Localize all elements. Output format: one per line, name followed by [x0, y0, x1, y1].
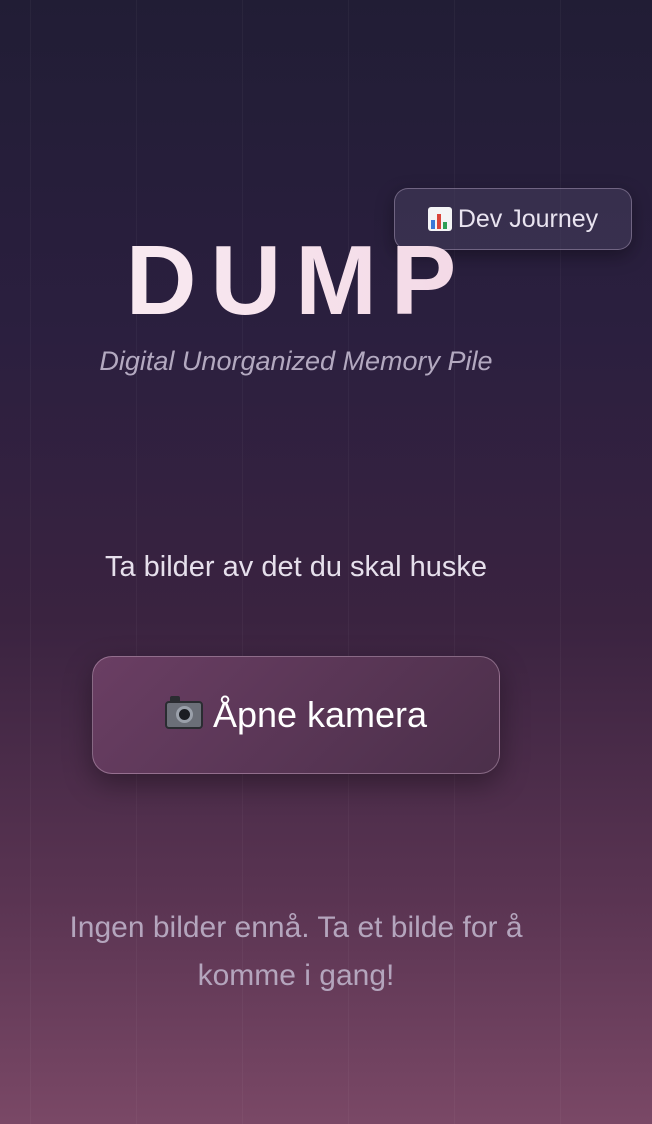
empty-state-message: Ingen bilder ennå. Ta et bilde for å kom…	[69, 911, 523, 992]
instruction-text: Ta bilder av det du skal huske	[104, 551, 488, 583]
app-root: { "header": { "dev_journey_label": "Dev …	[0, 0, 652, 1124]
camera-icon	[164, 696, 203, 729]
app-title: DUMP	[0, 224, 596, 337]
app-subtitle: Digital Unorganized Memory Pile	[99, 346, 493, 376]
open-camera-button[interactable]: Åpne kamera	[92, 656, 500, 774]
open-camera-label: Åpne kamera	[212, 694, 428, 735]
